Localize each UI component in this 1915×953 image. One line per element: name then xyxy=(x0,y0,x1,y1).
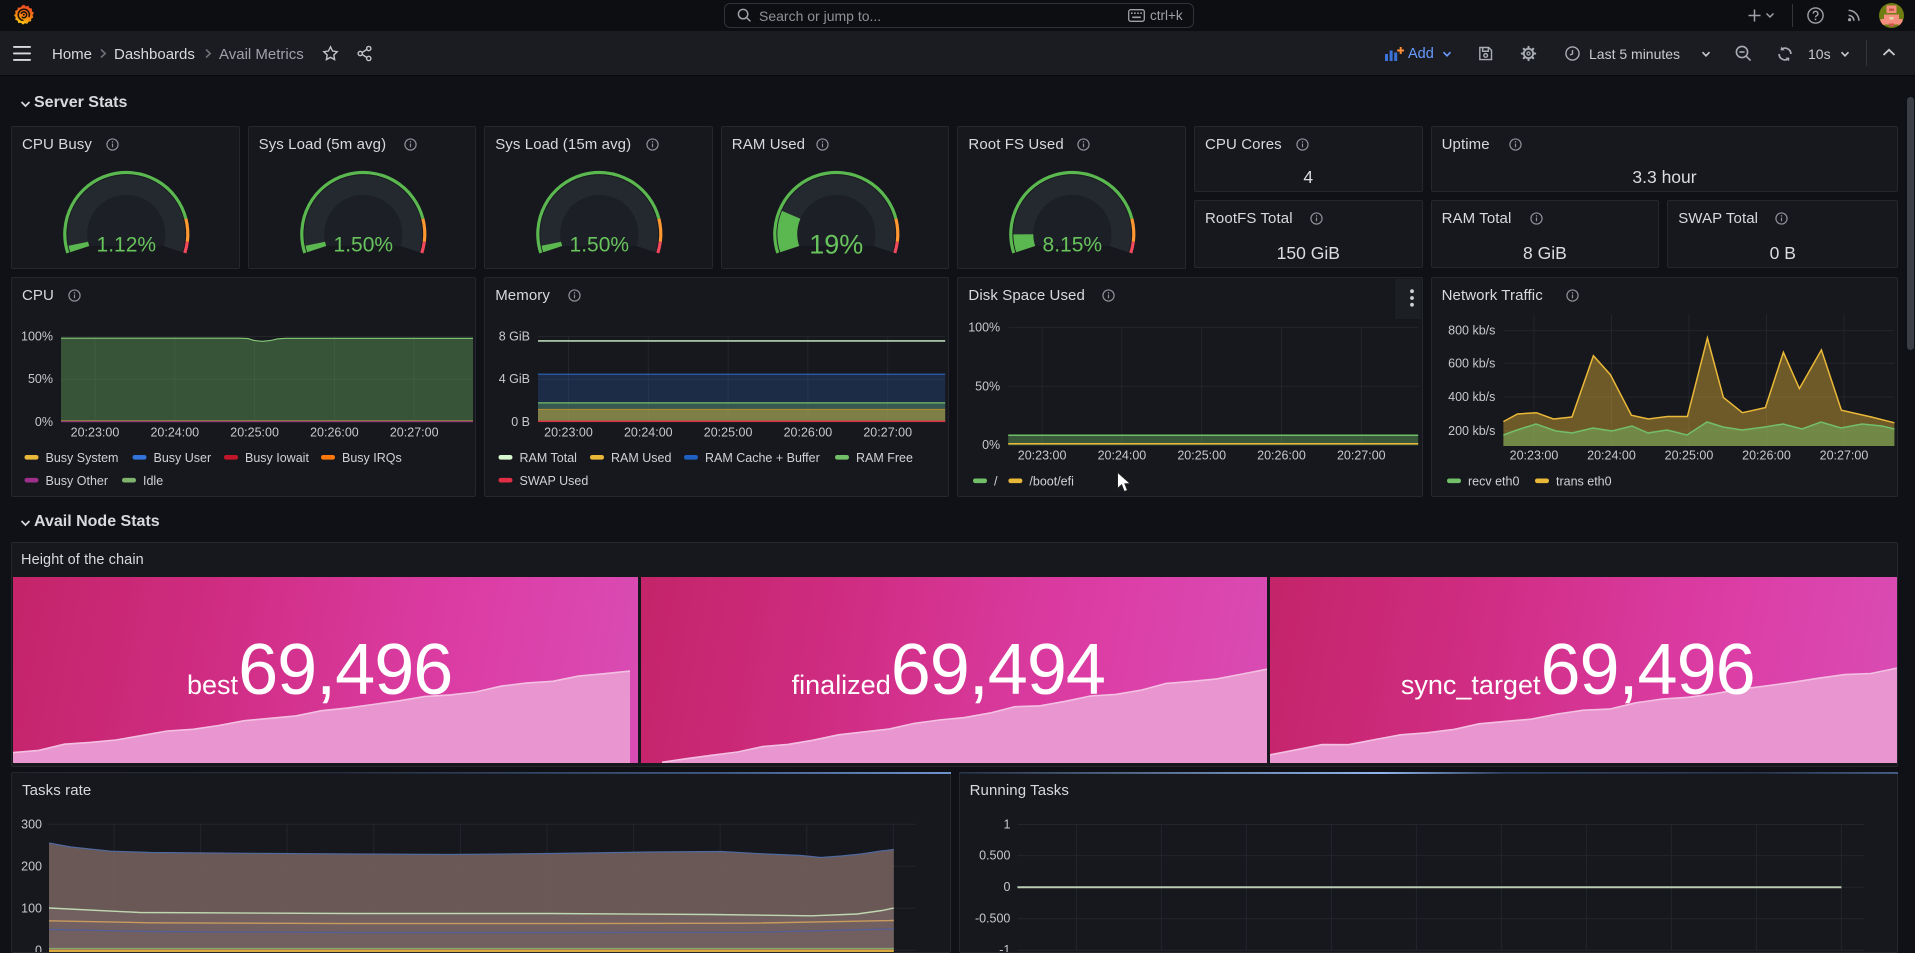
svg-text:1.50%: 1.50% xyxy=(333,234,393,257)
svg-text:0: 0 xyxy=(35,943,42,952)
svg-text:20:24:00: 20:24:00 xyxy=(1098,449,1147,463)
svg-text:RAM Cache + Buffer: RAM Cache + Buffer xyxy=(705,451,820,465)
svg-text:trans eth0: trans eth0 xyxy=(1556,475,1612,489)
svg-text:SWAP Used: SWAP Used xyxy=(520,474,589,488)
svg-text:1: 1 xyxy=(1003,818,1010,832)
svg-text:50%: 50% xyxy=(28,372,53,386)
svg-text:19%: 19% xyxy=(809,230,863,260)
svg-text:300: 300 xyxy=(21,817,42,831)
svg-text:RAM Used: RAM Used xyxy=(611,451,671,465)
svg-text:100: 100 xyxy=(21,901,42,915)
svg-text:1.50%: 1.50% xyxy=(570,234,630,257)
svg-text:0 B: 0 B xyxy=(511,415,530,429)
svg-text:0%: 0% xyxy=(35,415,53,429)
svg-text:20:26:00: 20:26:00 xyxy=(1258,449,1307,463)
svg-text:Busy IRQs: Busy IRQs xyxy=(342,451,402,465)
svg-text:Busy Iowait: Busy Iowait xyxy=(245,451,309,465)
svg-text:20:24:00: 20:24:00 xyxy=(150,426,199,440)
svg-text:400 kb/s: 400 kb/s xyxy=(1448,390,1495,404)
svg-text:recv eth0: recv eth0 xyxy=(1468,475,1519,489)
svg-text:Idle: Idle xyxy=(143,474,163,488)
svg-text:20:26:00: 20:26:00 xyxy=(784,426,833,440)
svg-text:RAM Free: RAM Free xyxy=(856,451,913,465)
svg-text:20:25:00: 20:25:00 xyxy=(704,426,753,440)
svg-text:-1: -1 xyxy=(999,943,1010,952)
svg-text:100%: 100% xyxy=(21,330,53,344)
svg-text:20:27:00: 20:27:00 xyxy=(1819,449,1868,463)
svg-text:20:23:00: 20:23:00 xyxy=(1018,449,1067,463)
svg-text:600 kb/s: 600 kb/s xyxy=(1448,356,1495,370)
svg-text:20:23:00: 20:23:00 xyxy=(544,426,593,440)
svg-text:200 kb/s: 200 kb/s xyxy=(1448,424,1495,438)
svg-text:20:26:00: 20:26:00 xyxy=(310,426,359,440)
svg-text:20:24:00: 20:24:00 xyxy=(1587,449,1636,463)
svg-text:20:25:00: 20:25:00 xyxy=(230,426,279,440)
svg-text:0%: 0% xyxy=(983,438,1001,452)
svg-text:Busy System: Busy System xyxy=(46,451,119,465)
svg-text:RAM Total: RAM Total xyxy=(520,451,577,465)
svg-text:20:27:00: 20:27:00 xyxy=(390,426,439,440)
svg-text:20:25:00: 20:25:00 xyxy=(1664,449,1713,463)
svg-text:/boot/efi: /boot/efi xyxy=(1030,475,1074,489)
svg-text:1.12%: 1.12% xyxy=(97,234,157,257)
svg-text:200: 200 xyxy=(21,859,42,873)
svg-text:20:26:00: 20:26:00 xyxy=(1742,449,1791,463)
svg-text:20:23:00: 20:23:00 xyxy=(71,426,120,440)
svg-text:0: 0 xyxy=(1003,880,1010,894)
svg-text:/: / xyxy=(994,475,998,489)
svg-text:20:27:00: 20:27:00 xyxy=(1337,449,1386,463)
svg-text:50%: 50% xyxy=(976,379,1001,393)
svg-text:Busy User: Busy User xyxy=(154,451,212,465)
svg-text:8 GiB: 8 GiB xyxy=(499,330,530,344)
svg-text:20:25:00: 20:25:00 xyxy=(1178,449,1227,463)
svg-text:-0.500: -0.500 xyxy=(975,912,1010,926)
svg-text:Busy Other: Busy Other xyxy=(46,474,109,488)
svg-text:0.500: 0.500 xyxy=(979,849,1010,863)
svg-text:20:27:00: 20:27:00 xyxy=(864,426,913,440)
svg-text:20:23:00: 20:23:00 xyxy=(1509,449,1558,463)
svg-text:800 kb/s: 800 kb/s xyxy=(1448,324,1495,338)
svg-text:100%: 100% xyxy=(969,320,1001,334)
svg-text:20:24:00: 20:24:00 xyxy=(624,426,673,440)
svg-text:8.15%: 8.15% xyxy=(1043,234,1103,257)
svg-text:4 GiB: 4 GiB xyxy=(499,372,530,386)
